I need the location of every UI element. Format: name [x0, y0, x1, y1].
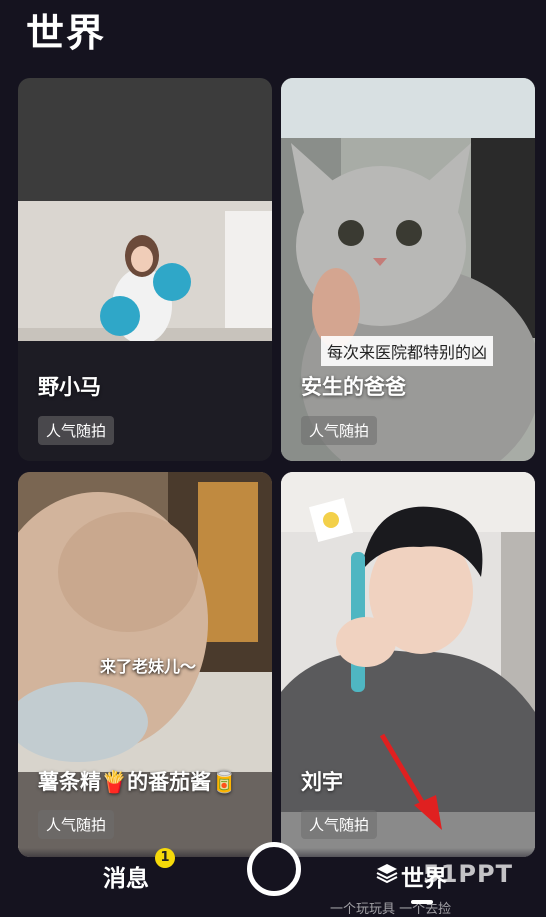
watermark: 51PPT — [423, 860, 513, 888]
card-tag: 人气随拍 — [38, 810, 115, 839]
page-title: 世界 — [26, 11, 107, 55]
video-caption: 每次来医院都特别的凶 — [321, 336, 494, 366]
card-tag: 人气随拍 — [301, 416, 378, 445]
feed-card-yexiaoma[interactable]: 野小马 人气随拍 — [18, 78, 272, 461]
nav-messages[interactable]: 消息 — [103, 859, 149, 893]
feed-card-liuyu[interactable]: 刘宇 人气随拍 — [281, 472, 535, 857]
feed-card-shutiaojing[interactable]: 来了老妹儿～ 薯条精🍟的番茄酱🥫 人气随拍 — [18, 472, 272, 857]
card-tag: 人气随拍 — [301, 810, 378, 839]
feed-card-anshengdebaba[interactable]: 每次来医院都特别的凶 安生的爸爸 人气随拍 — [281, 78, 535, 461]
world-icon[interactable] — [375, 861, 399, 889]
messages-badge: 1 — [155, 848, 175, 868]
capture-button[interactable] — [247, 842, 301, 896]
home-indicator — [411, 900, 433, 904]
video-caption: 来了老妹儿～ — [100, 657, 197, 676]
card-thumbnail — [281, 78, 535, 461]
card-thumbnail — [18, 78, 272, 461]
card-author-name: 刘宇 — [301, 770, 343, 794]
card-author-name: 薯条精🍟的番茄酱🥫 — [38, 770, 238, 794]
card-thumbnail — [281, 472, 535, 857]
card-author-name: 安生的爸爸 — [301, 375, 406, 399]
card-tag: 人气随拍 — [38, 416, 115, 445]
card-author-name: 野小马 — [38, 375, 101, 399]
